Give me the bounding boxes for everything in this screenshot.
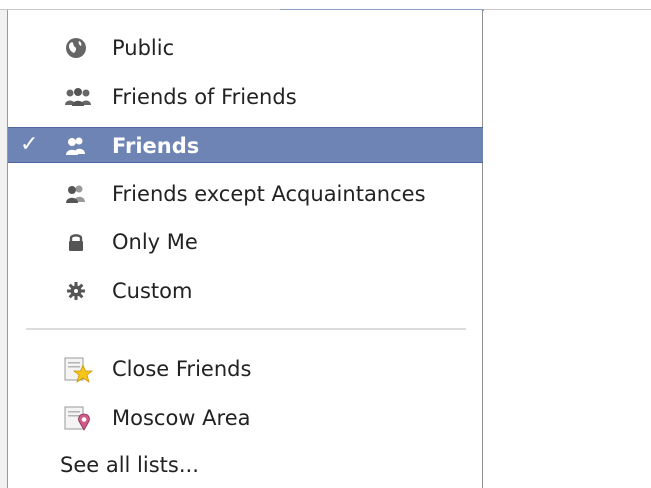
menu-item-label: Custom	[112, 279, 193, 303]
friends-icon	[64, 134, 88, 158]
menu-item-label: Only Me	[112, 230, 198, 254]
menu-divider	[26, 328, 466, 330]
list-item-close-friends[interactable]: Close Friends	[8, 351, 483, 387]
friends-except-icon	[64, 182, 88, 206]
menu-item-label: Public	[112, 36, 175, 60]
menu-item-label: Moscow Area	[112, 406, 251, 430]
lock-icon	[64, 230, 88, 254]
friends-of-friends-icon	[64, 85, 91, 109]
list-item-moscow-area[interactable]: Moscow Area	[8, 400, 483, 436]
menu-item-friends[interactable]: ✓ Friends	[8, 127, 483, 163]
location-list-icon	[64, 406, 90, 431]
gear-icon	[64, 279, 88, 303]
checkmark-icon: ✓	[20, 132, 39, 157]
privacy-dropdown-menu: Public Friends of Friends ✓ Friends Frie…	[8, 10, 483, 488]
menu-item-custom[interactable]: Custom	[8, 273, 483, 309]
menu-item-label: Friends of Friends	[112, 85, 297, 109]
star-list-icon	[64, 357, 94, 383]
menu-item-friends-except-acquaintances[interactable]: Friends except Acquaintances	[8, 176, 483, 212]
menu-item-label: Friends except Acquaintances	[112, 182, 426, 206]
see-all-lists-link[interactable]: See all lists...	[60, 452, 199, 478]
menu-item-label: Close Friends	[112, 357, 252, 381]
audience-selector-screen: Public Friends of Friends ✓ Friends Frie…	[0, 0, 651, 488]
menu-item-label: Friends	[112, 134, 200, 158]
background-edge	[0, 10, 8, 488]
globe-icon	[64, 36, 88, 60]
menu-item-only-me[interactable]: Only Me	[8, 224, 483, 260]
menu-item-public[interactable]: Public	[8, 30, 483, 66]
menu-item-friends-of-friends[interactable]: Friends of Friends	[8, 79, 483, 115]
